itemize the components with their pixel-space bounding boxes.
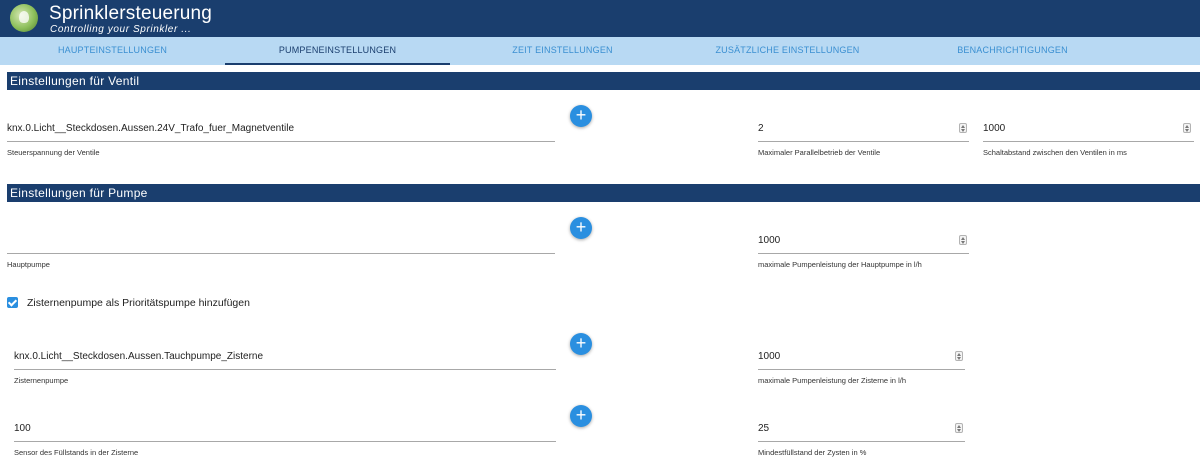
mindestfuellstand-input[interactable]: 25 — [758, 423, 769, 434]
tab-zeit-einstellungen[interactable]: ZEIT EINSTELLUNGEN — [450, 37, 675, 65]
mindestfuellstand-underline — [758, 441, 965, 442]
fuellstand-sensor-label: Sensor des Füllstands in der Zisterne — [14, 448, 139, 457]
hauptpumpe-leistung-label: maximale Pumpenleistung der Hauptpumpe i… — [758, 260, 922, 269]
hauptpumpe-field[interactable]: Hauptpumpe — [7, 235, 555, 271]
tab-benachrichtigungen[interactable]: BENACHRICHTIGUNGEN — [900, 37, 1125, 65]
zisterne-checkbox[interactable] — [7, 297, 18, 308]
app-header: Sprinklersteuerung Controlling your Spri… — [0, 0, 1200, 37]
schaltabstand-label: Schaltabstand zwischen den Ventilen in m… — [983, 148, 1127, 157]
hauptpumpe-leistung-field[interactable]: 1000 maximale Pumpenleistung der Hauptpu… — [758, 235, 969, 271]
zisterne-leistung-underline — [758, 369, 965, 370]
zisternenpumpe-input[interactable]: knx.0.Licht__Steckdosen.Aussen.Tauchpump… — [14, 351, 263, 362]
hauptpumpe-leistung-input[interactable]: 1000 — [758, 235, 780, 246]
zisterne-leistung-field[interactable]: 1000 maximale Pumpenleistung der Zistern… — [758, 351, 965, 387]
app-subtitle: Controlling your Sprinkler ... — [50, 24, 192, 35]
section-heading-ventil: Einstellungen für Ventil — [7, 72, 1200, 90]
plus-icon: + — [575, 333, 587, 353]
parallelbetrieb-label: Maximaler Parallelbetrieb der Ventile — [758, 148, 881, 157]
tab-bar: HAUPTEINSTELLUNGEN PUMPENEINSTELLUNGEN Z… — [0, 37, 1200, 65]
schaltabstand-field[interactable]: 1000 Schaltabstand zwischen den Ventilen… — [983, 123, 1194, 159]
hauptpumpe-underline — [7, 253, 555, 254]
mindestfuellstand-field[interactable]: 25 Mindestfüllstand der Zysten in % — [758, 423, 965, 459]
zisterne-checkbox-label[interactable]: Zisternenpumpe als Prioritätspumpe hinzu… — [27, 297, 250, 309]
mindestfuellstand-label: Mindestfüllstand der Zysten in % — [758, 448, 867, 457]
plus-icon: + — [575, 217, 587, 237]
tab-zusaetzliche-einstellungen[interactable]: ZUSÄTZLICHE EINSTELLUNGEN — [675, 37, 900, 65]
hauptpumpe-leistung-spinner[interactable] — [959, 235, 967, 245]
steuerspannung-field[interactable]: knx.0.Licht__Steckdosen.Aussen.24V_Trafo… — [7, 123, 555, 159]
tab-pumpeneinstellungen[interactable]: PUMPENEINSTELLUNGEN — [225, 37, 450, 65]
fuellstand-sensor-underline — [14, 441, 556, 442]
schaltabstand-input[interactable]: 1000 — [983, 123, 1005, 134]
section-heading-pumpe: Einstellungen für Pumpe — [7, 184, 1200, 202]
sprinkler-logo-icon — [10, 4, 38, 32]
steuerspannung-input[interactable]: knx.0.Licht__Steckdosen.Aussen.24V_Trafo… — [7, 123, 294, 134]
parallelbetrieb-spinner[interactable] — [959, 123, 967, 133]
add-steuerspannung-button[interactable]: + — [570, 105, 592, 127]
zisternenpumpe-label: Zisternenpumpe — [14, 376, 69, 385]
tab-haupteinstellungen[interactable]: HAUPTEINSTELLUNGEN — [0, 37, 225, 65]
zisterne-leistung-spinner[interactable] — [955, 351, 963, 361]
zisterne-leistung-input[interactable]: 1000 — [758, 351, 780, 362]
parallelbetrieb-field[interactable]: 2 Maximaler Parallelbetrieb der Ventile — [758, 123, 969, 159]
parallelbetrieb-input[interactable]: 2 — [758, 123, 764, 134]
add-hauptpumpe-button[interactable]: + — [570, 217, 592, 239]
plus-icon: + — [575, 105, 587, 125]
zisternenpumpe-field[interactable]: knx.0.Licht__Steckdosen.Aussen.Tauchpump… — [14, 351, 556, 387]
zisterne-leistung-label: maximale Pumpenleistung der Zisterne in … — [758, 376, 906, 385]
plus-icon: + — [575, 405, 587, 425]
steuerspannung-underline — [7, 141, 555, 142]
zisternenpumpe-underline — [14, 369, 556, 370]
schaltabstand-spinner[interactable] — [1183, 123, 1191, 133]
mindestfuellstand-spinner[interactable] — [955, 423, 963, 433]
app-title: Sprinklersteuerung — [49, 3, 213, 24]
hauptpumpe-leistung-underline — [758, 253, 969, 254]
add-fuellstand-sensor-button[interactable]: + — [570, 405, 592, 427]
schaltabstand-underline — [983, 141, 1194, 142]
steuerspannung-label: Steuerspannung der Ventile — [7, 148, 100, 157]
hauptpumpe-label: Hauptpumpe — [7, 260, 50, 269]
add-zisternenpumpe-button[interactable]: + — [570, 333, 592, 355]
fuellstand-sensor-input[interactable]: 100 — [14, 423, 31, 434]
fuellstand-sensor-field[interactable]: 100 Sensor des Füllstands in der Zistern… — [14, 423, 556, 459]
parallelbetrieb-underline — [758, 141, 969, 142]
